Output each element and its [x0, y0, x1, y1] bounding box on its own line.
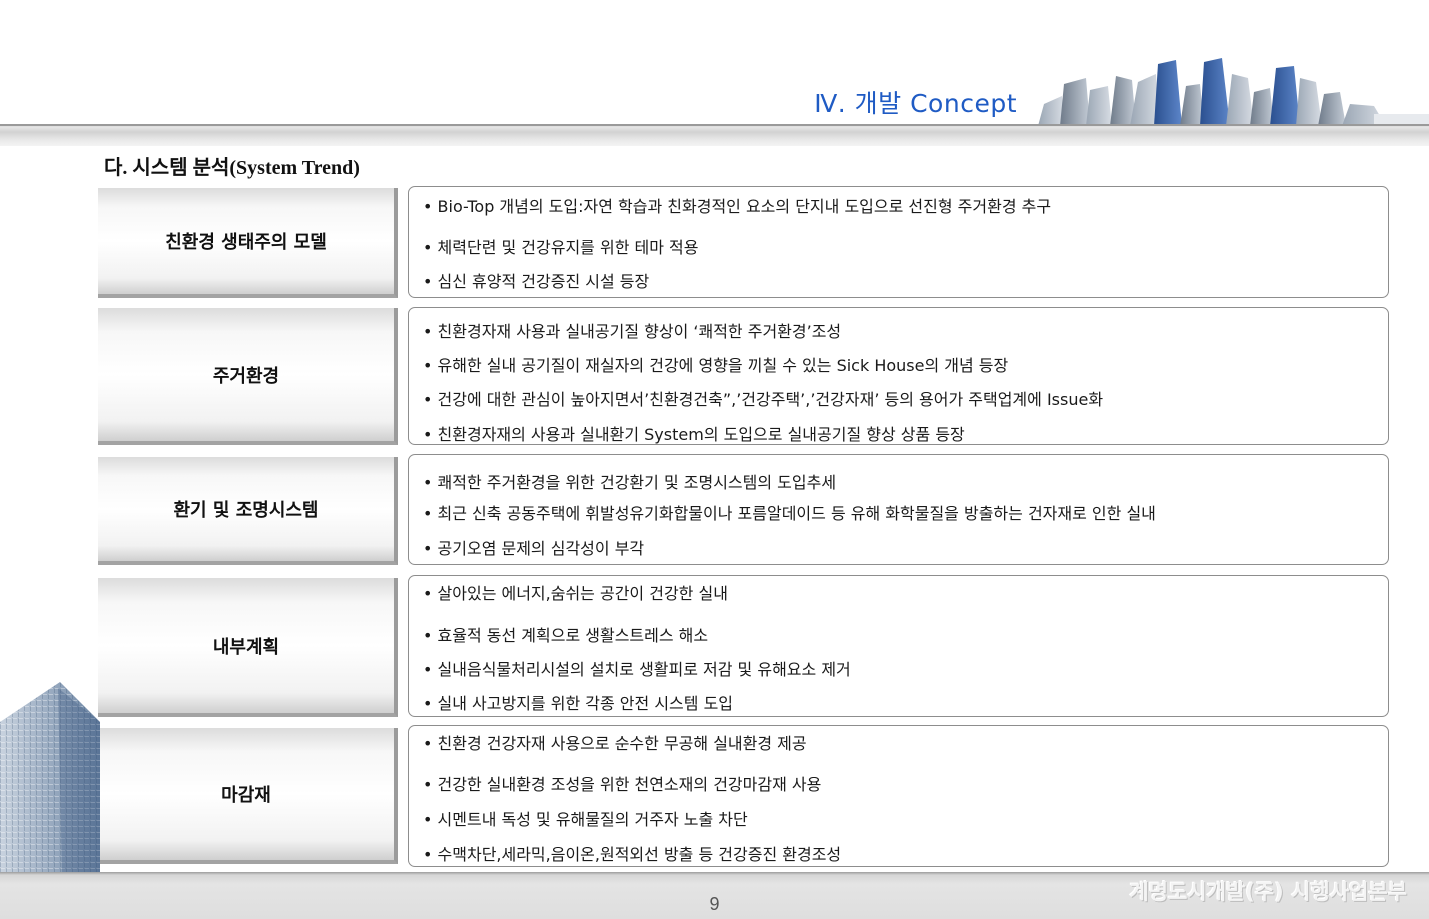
bullet-item: 수맥차단,세라믹,음이온,원적외선 방출 등 건강증진 환경조성 — [423, 841, 842, 865]
row-label-text: 마감재 — [221, 785, 271, 806]
row-box-ventilation: 쾌적한 주거환경을 위한 건강환기 및 조명시스템의 도입추세 최근 신축 공동… — [408, 454, 1389, 565]
company-name: 계명도시개발(주) 시행사업본부 — [1129, 880, 1407, 904]
bullet-item: 최근 신축 공동주택에 휘발성유기화합물이나 포름알데이드 등 유해 화학물질을… — [423, 500, 1156, 524]
bullet-item: 유해한 실내 공기질이 재실자의 건강에 영향을 끼칠 수 있는 Sick Ho… — [423, 352, 1009, 376]
building-image — [0, 682, 100, 877]
bullet-item: 친환경 건강자재 사용으로 순수한 무공해 실내환경 제공 — [423, 730, 807, 754]
row-label-text: 주거환경 — [212, 365, 280, 387]
bullet-item: 시멘트내 독성 및 유해물질의 거주자 노출 차단 — [423, 806, 748, 830]
bullet-item: 공기오염 문제의 심각성이 부각 — [423, 535, 645, 559]
skyline-image — [1034, 56, 1429, 126]
row-label-ventilation: 환기 및 조명시스템 — [98, 457, 398, 565]
row-label-finishing: 마감재 — [98, 728, 398, 864]
bullet-item: 쾌적한 주거환경을 위한 건강환기 및 조명시스템의 도입추세 — [423, 469, 837, 493]
bullet-item: 살아있는 에너지,숨쉬는 공간이 건강한 실내 — [423, 580, 728, 604]
bullet-item: Bio-Top 개념의 도입:자연 학습과 친화경적인 요소의 단지내 도입으로… — [423, 193, 1052, 217]
bullet-item: 체력단련 및 건강유지를 위한 테마 적용 — [423, 234, 699, 258]
row-box-finishing: 친환경 건강자재 사용으로 순수한 무공해 실내환경 제공 건강한 실내환경 조… — [408, 725, 1389, 867]
row-label-living-env: 주거환경 — [98, 308, 398, 445]
slide-header: Ⅳ. 개발 Concept — [0, 0, 1429, 150]
bullet-item: 효율적 동선 계획으로 생활스트레스 해소 — [423, 622, 709, 646]
bullet-item: 친환경자재 사용과 실내공기질 향상이 ‘쾌적한 주거환경’조성 — [423, 318, 842, 342]
bullet-item: 친환경자재의 사용과 실내환기 System의 도입으로 실내공기질 향상 상품… — [423, 421, 965, 445]
row-box-living-env: 친환경자재 사용과 실내공기질 향상이 ‘쾌적한 주거환경’조성 유해한 실내 … — [408, 307, 1389, 445]
row-label-text: 친환경 생태주의 모델 — [165, 232, 327, 253]
header-band — [0, 124, 1429, 146]
row-label-text: 환기 및 조명시스템 — [173, 500, 319, 521]
bullet-item: 실내음식물처리시설의 설치로 생활피로 저감 및 유해요소 제거 — [423, 656, 851, 680]
chapter-title: Ⅳ. 개발 Concept — [814, 89, 1017, 118]
row-box-eco-model: Bio-Top 개념의 도입:자연 학습과 친화경적인 요소의 단지내 도입으로… — [408, 186, 1389, 298]
bullet-item: 심신 휴양적 건강증진 시설 등장 — [423, 268, 650, 292]
bullet-item: 건강한 실내환경 조성을 위한 천연소재의 건강마감재 사용 — [423, 771, 822, 795]
bullet-item: 실내 사고방지를 위한 각종 안전 시스템 도입 — [423, 690, 733, 714]
row-label-text: 내부계획 — [212, 636, 280, 658]
row-label-interior-plan: 내부계획 — [98, 578, 398, 717]
section-title: 다. 시스템 분석(System Trend) — [104, 157, 360, 179]
row-box-interior-plan: 살아있는 에너지,숨쉬는 공간이 건강한 실내 효율적 동선 계획으로 생활스트… — [408, 575, 1389, 717]
row-label-eco-model: 친환경 생태주의 모델 — [98, 188, 398, 298]
bullet-item: 건강에 대한 관심이 높아지면서’친환경건축”,’건강주택’,’건강자재’ 등의… — [423, 386, 1104, 410]
